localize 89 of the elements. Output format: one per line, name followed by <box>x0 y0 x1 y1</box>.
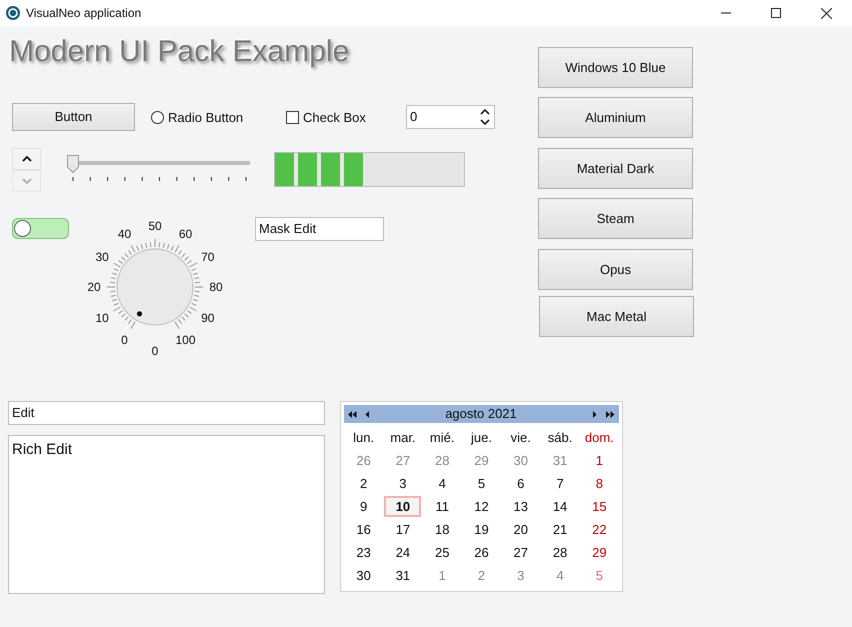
heading: Modern UI Pack Example <box>9 34 350 70</box>
dial-label: 100 <box>175 332 196 347</box>
day-cell[interactable]: 9 <box>356 496 372 516</box>
theme-button[interactable]: Aluminium <box>538 97 693 138</box>
checkbox[interactable]: Check Box <box>286 108 366 128</box>
app-icon <box>6 6 20 20</box>
maximize-icon[interactable] <box>771 8 781 18</box>
day-cell[interactable]: 22 <box>588 520 611 540</box>
knob-dial[interactable]: 0 10 20 30 40 50 60 70 80 90 100 0 <box>85 217 225 357</box>
dial-label: 80 <box>209 280 223 294</box>
weekday-label: dom. <box>584 429 615 448</box>
day-cell[interactable]: 11 <box>431 496 453 516</box>
day-cell[interactable]: 23 <box>352 542 375 562</box>
dial-label: 70 <box>201 250 214 264</box>
chevron-up-icon <box>22 156 32 162</box>
weekday-label: vie. <box>510 429 532 448</box>
weekday-label: sáb. <box>546 429 574 448</box>
dial-label: 0 <box>121 332 128 347</box>
double-right-arrow-icon[interactable] <box>606 410 615 418</box>
day-cell[interactable]: 3 <box>395 474 411 494</box>
day-cell[interactable]: 27 <box>510 542 532 562</box>
toggle-switch[interactable] <box>12 218 69 239</box>
day-cell[interactable]: 31 <box>392 566 414 586</box>
day-cell[interactable]: 1 <box>592 450 607 470</box>
day-cell[interactable]: 6 <box>513 474 528 494</box>
day-cell[interactable]: 1 <box>434 566 450 586</box>
rich-edit-field[interactable]: Rich Edit <box>8 435 325 594</box>
day-cell[interactable]: 2 <box>474 566 490 586</box>
weekday-label: lun. <box>352 429 376 448</box>
dial-label: 50 <box>148 219 162 233</box>
weekday-label: jue. <box>470 429 493 448</box>
spin-field[interactable]: 0 <box>406 105 495 129</box>
day-cell[interactable]: 26 <box>470 542 493 562</box>
day-cell[interactable]: 26 <box>352 450 375 470</box>
knob-value: 0 <box>152 344 158 358</box>
day-cell[interactable]: 13 <box>510 496 532 516</box>
day-cell[interactable]: 27 <box>392 450 414 470</box>
day-cell[interactable]: 17 <box>392 520 414 540</box>
day-cell[interactable]: 24 <box>392 542 414 562</box>
theme-button[interactable]: Mac Metal <box>539 296 694 337</box>
up-button[interactable] <box>12 148 41 170</box>
mask-edit-field[interactable]: Mask Edit <box>255 217 384 241</box>
dial-label: 60 <box>178 227 192 242</box>
day-cell[interactable]: 31 <box>548 450 572 470</box>
day-cell[interactable]: 29 <box>470 450 493 470</box>
day-cell[interactable]: 18 <box>430 520 454 540</box>
day-cell[interactable]: 28 <box>548 542 572 562</box>
day-cell[interactable]: 29 <box>588 542 611 562</box>
dial-label: 40 <box>118 227 132 242</box>
day-cell[interactable]: 4 <box>434 474 450 494</box>
theme-button[interactable]: Steam <box>538 198 693 239</box>
double-left-arrow-icon[interactable] <box>348 410 357 418</box>
close-icon[interactable] <box>821 8 832 18</box>
day-cell[interactable]: 21 <box>548 520 572 540</box>
day-cell[interactable]: 3 <box>513 566 528 586</box>
day-cell[interactable]: 16 <box>352 520 375 540</box>
dial-label: 30 <box>96 250 109 264</box>
weekday-label: mié. <box>428 429 456 448</box>
weekday-label: mar. <box>389 429 417 448</box>
theme-button[interactable]: Windows 10 Blue <box>538 47 693 88</box>
dial-label: 20 <box>87 280 101 294</box>
day-cell[interactable]: 7 <box>552 474 568 494</box>
theme-button[interactable]: Material Dark <box>538 148 693 189</box>
spin-arrows-icon[interactable] <box>480 108 490 126</box>
day-cell[interactable]: 30 <box>510 450 532 470</box>
day-cell[interactable]: 20 <box>510 520 532 540</box>
edit-field[interactable]: Edit <box>8 401 325 425</box>
day-cell[interactable]: 28 <box>430 450 454 470</box>
day-cell[interactable]: 2 <box>356 474 372 494</box>
day-cell[interactable]: 14 <box>548 496 572 516</box>
slider[interactable] <box>67 155 251 173</box>
dial-label: 90 <box>201 310 214 324</box>
chevron-down-icon <box>22 178 32 184</box>
window-title: VisualNeo application <box>26 5 142 22</box>
day-cell[interactable]: 12 <box>470 496 493 516</box>
day-cell[interactable]: 4 <box>552 566 568 586</box>
day-cell[interactable]: 5 <box>474 474 490 494</box>
push-button[interactable]: Button <box>12 103 135 131</box>
theme-button[interactable]: Opus <box>538 249 693 290</box>
dial-label: 10 <box>96 310 109 324</box>
radio-button[interactable]: Radio Button <box>151 108 244 128</box>
slider-thumb[interactable] <box>67 155 79 173</box>
month-title: agosto 2021 <box>444 405 518 424</box>
day-cell[interactable]: 25 <box>430 542 454 562</box>
day-cell[interactable]: 19 <box>470 520 493 540</box>
day-cell[interactable]: 8 <box>592 474 607 494</box>
day-cell[interactable]: 15 <box>588 496 611 516</box>
day-cell[interactable]: 30 <box>352 566 375 586</box>
day-cell[interactable]: 10 <box>384 496 422 517</box>
